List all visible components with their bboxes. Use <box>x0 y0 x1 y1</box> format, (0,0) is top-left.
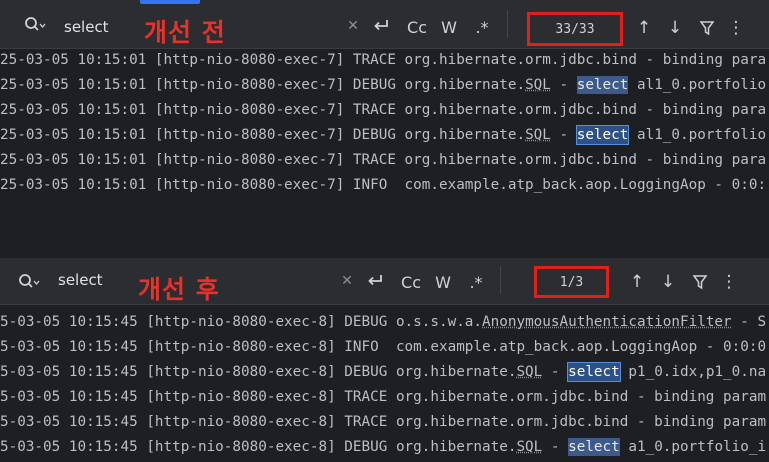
tab-indicator <box>140 0 200 4</box>
log-text: - <box>550 77 577 93</box>
log-text: 25-03-05 10:15:01 [http-nio-8080-exec-7]… <box>0 152 767 168</box>
log-text: 25-03-05 10:15:01 [http-nio-8080-exec-7]… <box>0 102 767 118</box>
search-input[interactable]: select <box>58 271 103 289</box>
console-panel-before: select 개선 전 ✕ Cc W .* 33/33 ↑ ↓ ⋮ 25-03-… <box>0 0 769 252</box>
regex-toggle[interactable]: .* <box>465 271 487 293</box>
current-search-match: select <box>575 125 630 145</box>
clear-icon[interactable]: ✕ <box>346 18 360 34</box>
log-text: 25-03-05 10:15:01 [http-nio-8080-exec-7]… <box>0 77 526 93</box>
log-text: SQL <box>525 127 551 143</box>
log-line: 5-03-05 10:15:45 [http-nio-8080-exec-8] … <box>0 310 769 335</box>
log-line: 5-03-05 10:15:45 [http-nio-8080-exec-8] … <box>0 360 769 385</box>
log-text: 5-03-05 10:15:45 [http-nio-8080-exec-8] … <box>0 314 483 330</box>
match-counter-highlight: 33/33 <box>527 12 623 46</box>
log-text: - <box>542 439 569 455</box>
match-case-toggle[interactable]: Cc <box>397 271 425 293</box>
log-text: - <box>542 364 569 380</box>
log-text: p1_0.idx,p1_0.na <box>619 364 767 380</box>
match-counter: 33/33 <box>555 21 595 37</box>
whole-word-toggle[interactable]: W <box>431 271 455 293</box>
log-text: 5-03-05 10:15:45 [http-nio-8080-exec-8] … <box>0 439 517 455</box>
prev-match-icon[interactable]: ↑ <box>627 272 647 292</box>
log-line: 25-03-05 10:15:01 [http-nio-8080-exec-7]… <box>0 173 769 198</box>
console-panel-after: select 개선 후 ✕ Cc W .* 1/3 ↑ ↓ ⋮ 5-03-05 … <box>0 252 769 462</box>
search-icon[interactable] <box>16 271 42 293</box>
more-icon[interactable]: ⋮ <box>721 272 738 292</box>
log-line: 25-03-05 10:15:01 [http-nio-8080-exec-7]… <box>0 123 769 148</box>
log-line: 25-03-05 10:15:01 [http-nio-8080-exec-7]… <box>0 148 769 173</box>
more-icon[interactable]: ⋮ <box>728 18 745 38</box>
filter-icon[interactable] <box>697 18 717 38</box>
log-text: AnonymousAuthenticationFilter <box>482 314 732 330</box>
log-text: 5-03-05 10:15:45 [http-nio-8080-exec-8] … <box>0 414 767 430</box>
log-text: 5-03-05 10:15:45 [http-nio-8080-exec-8] … <box>0 339 767 355</box>
whole-word-toggle[interactable]: W <box>437 16 461 38</box>
log-text: - S <box>731 314 767 330</box>
log-text: SQL <box>525 77 551 93</box>
log-line: 5-03-05 10:15:45 [http-nio-8080-exec-8] … <box>0 385 769 410</box>
next-match-icon[interactable]: ↓ <box>658 272 678 292</box>
log-line: 25-03-05 10:15:01 [http-nio-8080-exec-7]… <box>0 98 769 123</box>
annotation-before: 개선 전 <box>144 18 226 47</box>
log-text: 25-03-05 10:15:01 [http-nio-8080-exec-7]… <box>0 127 526 143</box>
log-text: al1_0.portfolio <box>628 127 767 143</box>
divider <box>500 266 501 294</box>
log-text: SQL <box>516 439 543 455</box>
log-text: al1_0.portfolio <box>628 77 767 93</box>
log-line: 25-03-05 10:15:01 [http-nio-8080-exec-7]… <box>0 48 769 73</box>
find-bar: select 개선 전 ✕ Cc W .* 33/33 ↑ ↓ ⋮ <box>0 0 769 49</box>
clear-icon[interactable]: ✕ <box>340 273 354 289</box>
filter-icon[interactable] <box>690 272 710 292</box>
current-search-match: select <box>567 362 621 382</box>
prev-match-icon[interactable]: ↑ <box>634 18 654 38</box>
log-text: - <box>550 127 577 143</box>
replace-icon[interactable] <box>370 16 392 36</box>
search-match: select <box>568 438 620 456</box>
log-line: 5-03-05 10:15:45 [http-nio-8080-exec-8] … <box>0 435 769 460</box>
log-text: 25-03-05 10:15:01 [http-nio-8080-exec-7]… <box>0 52 767 68</box>
annotation-after: 개선 후 <box>138 275 220 304</box>
log-text: 5-03-05 10:15:45 [http-nio-8080-exec-8] … <box>0 389 767 405</box>
search-icon[interactable] <box>22 14 48 36</box>
match-counter: 1/3 <box>559 274 584 290</box>
log-line: 5-03-05 10:15:45 [http-nio-8080-exec-8] … <box>0 335 769 360</box>
find-bar: select 개선 후 ✕ Cc W .* 1/3 ↑ ↓ ⋮ <box>0 258 769 305</box>
match-case-toggle[interactable]: Cc <box>403 16 431 38</box>
next-match-icon[interactable]: ↓ <box>665 18 685 38</box>
replace-icon[interactable] <box>364 271 386 291</box>
regex-toggle[interactable]: .* <box>471 16 493 38</box>
log-text: 25-03-05 10:15:01 [http-nio-8080-exec-7]… <box>0 177 767 193</box>
log-output: 5-03-05 10:15:45 [http-nio-8080-exec-8] … <box>0 310 769 460</box>
search-input[interactable]: select <box>64 18 109 36</box>
search-match: select <box>576 76 629 94</box>
log-text: 5-03-05 10:15:45 [http-nio-8080-exec-8] … <box>0 364 517 380</box>
divider <box>507 10 508 38</box>
log-text: a1_0.portfolio_i <box>619 439 767 455</box>
log-line: 25-03-05 10:15:01 [http-nio-8080-exec-7]… <box>0 73 769 98</box>
match-counter-highlight: 1/3 <box>534 266 609 298</box>
log-text: SQL <box>516 364 543 380</box>
log-line: 5-03-05 10:15:45 [http-nio-8080-exec-8] … <box>0 410 769 435</box>
log-output: 25-03-05 10:15:01 [http-nio-8080-exec-7]… <box>0 48 769 198</box>
